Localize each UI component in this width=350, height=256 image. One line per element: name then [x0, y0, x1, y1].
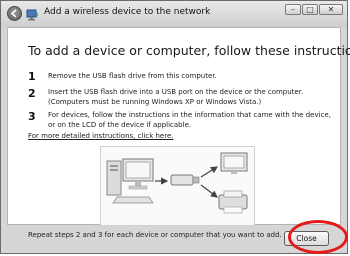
title-bar: Add a wireless device to the network – □… [1, 1, 347, 27]
computer-icon [106, 158, 154, 204]
content-panel: To add a device or computer, follow thes… [7, 27, 350, 239]
usb-drive-icon [170, 174, 200, 186]
minimize-button[interactable]: – [285, 4, 301, 15]
step-1-number: 1 [28, 70, 36, 83]
step-3-text: For devices, follow the instructions in … [48, 111, 331, 129]
step-2-number: 2 [28, 87, 36, 100]
step-2-text: Insert the USB flash drive into a USB po… [48, 88, 304, 106]
instruction-illustration [100, 146, 255, 226]
step-3-number: 3 [28, 110, 36, 123]
maximize-icon: □ [306, 4, 314, 14]
dialog-window: Add a wireless device to the network – □… [0, 0, 350, 254]
back-arrow-icon[interactable] [7, 6, 22, 21]
page-heading: To add a device or computer, follow thes… [28, 43, 350, 58]
repeat-instruction: Repeat steps 2 and 3 for each device or … [28, 231, 282, 239]
window-title: Add a wireless device to the network [44, 7, 211, 17]
more-instructions-link[interactable]: For more detailed instructions, click he… [28, 132, 173, 140]
window-close-button[interactable]: ✕ [319, 4, 343, 15]
network-icon [26, 7, 40, 21]
target-computer-icon [220, 152, 248, 174]
printer-icon [218, 190, 248, 214]
maximize-button[interactable]: □ [302, 4, 318, 15]
close-icon: ✕ [327, 4, 335, 14]
close-button[interactable]: Close [284, 231, 329, 246]
step-1-text: Remove the USB flash drive from this com… [48, 72, 217, 80]
minimize-icon: – [291, 4, 295, 14]
